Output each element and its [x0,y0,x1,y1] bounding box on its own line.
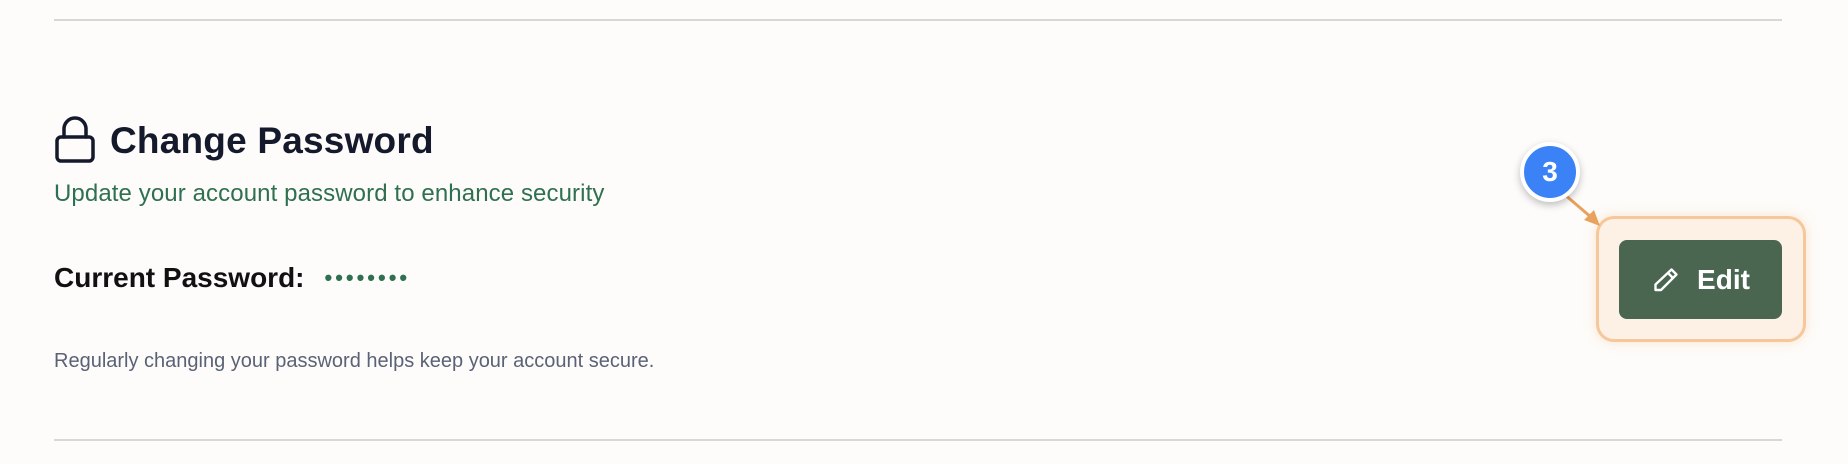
step-number-badge: 3 [1520,142,1580,202]
password-help-text: Regularly changing your password helps k… [54,350,655,372]
current-password-value: •••••••• [324,265,411,290]
current-password-label: Current Password: [54,262,305,293]
section-title: Change Password [110,119,434,161]
pencil-icon [1654,267,1678,291]
section-header: Change Password [54,116,434,164]
page: Change Password Update your account pass… [0,0,1848,464]
top-divider [54,19,1782,21]
lock-icon [55,116,95,163]
edit-button-label: Edit [1697,263,1750,295]
bottom-divider [54,439,1782,441]
current-password-row: Current Password: •••••••• [54,262,410,294]
edit-password-button[interactable]: Edit [1619,240,1782,319]
section-subtitle: Update your account password to enhance … [54,180,605,207]
